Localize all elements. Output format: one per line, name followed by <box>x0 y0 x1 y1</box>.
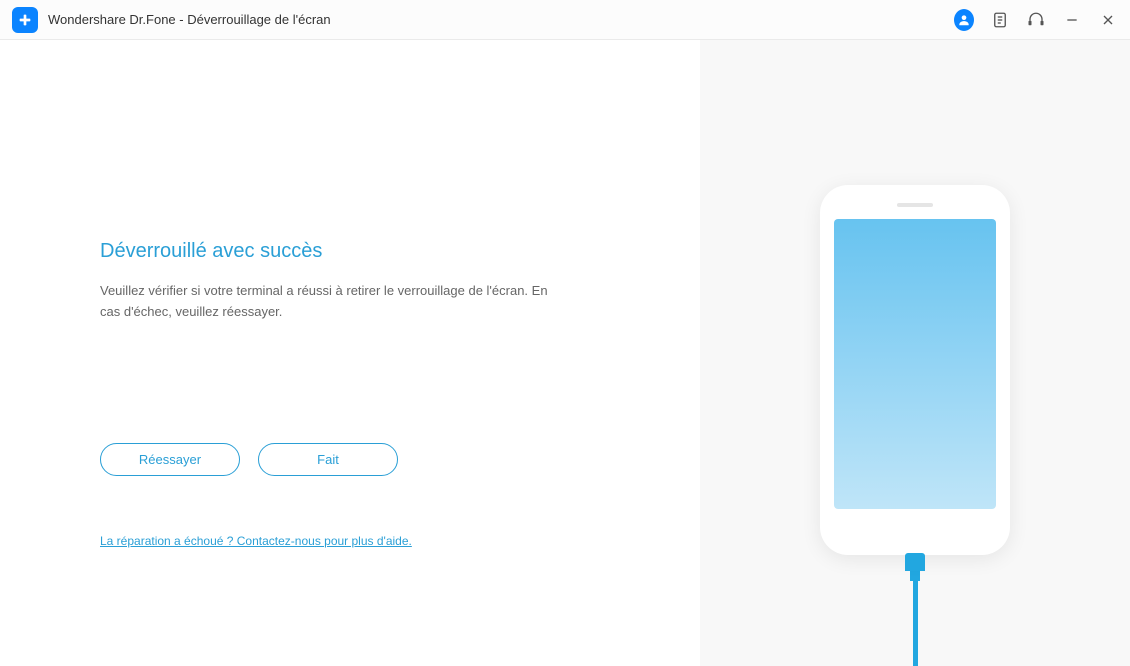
minimize-button[interactable] <box>1062 10 1082 30</box>
support-icon[interactable] <box>1026 10 1046 30</box>
feedback-icon[interactable] <box>990 10 1010 30</box>
app-logo-icon <box>12 7 38 33</box>
app-title: Wondershare Dr.Fone - Déverrouillage de … <box>48 12 331 27</box>
cable-neck-icon <box>910 571 920 581</box>
cable-icon <box>913 581 918 666</box>
content-panel: Déverrouillé avec succès Veuillez vérifi… <box>0 40 700 666</box>
titlebar-controls <box>954 10 1118 30</box>
close-button[interactable] <box>1098 10 1118 30</box>
success-heading: Déverrouillé avec succès <box>100 240 700 263</box>
instruction-text: Veuillez vérifier si votre terminal a ré… <box>100 281 560 323</box>
account-icon[interactable] <box>954 10 974 30</box>
done-button[interactable]: Fait <box>258 443 398 476</box>
phone-illustration <box>820 185 1010 666</box>
phone-screen-icon <box>834 219 996 509</box>
titlebar: Wondershare Dr.Fone - Déverrouillage de … <box>0 0 1130 40</box>
retry-button[interactable]: Réessayer <box>100 443 240 476</box>
phone-speaker-icon <box>897 203 933 207</box>
phone-device-icon <box>820 185 1010 555</box>
help-contact-link[interactable]: La réparation a échoué ? Contactez-nous … <box>100 534 412 548</box>
illustration-panel <box>700 40 1130 666</box>
cable-connector-icon <box>905 553 925 571</box>
